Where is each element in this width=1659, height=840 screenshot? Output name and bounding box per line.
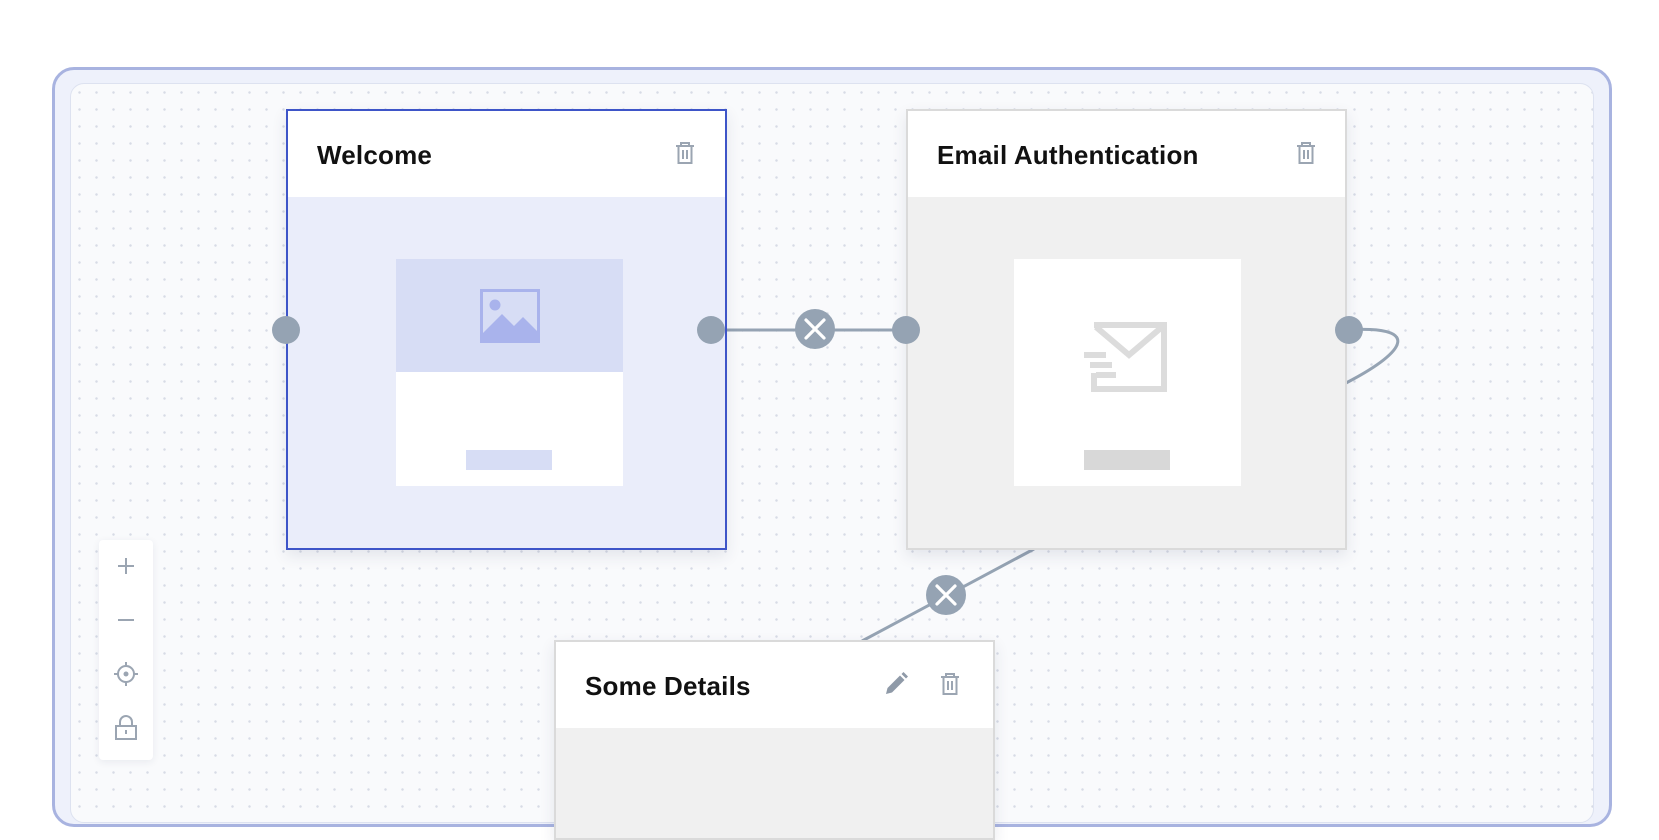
page-thumbnail — [396, 259, 623, 486]
fit-view-icon — [114, 662, 138, 686]
mail-send-icon — [1084, 322, 1167, 392]
output-handle[interactable] — [1335, 316, 1363, 344]
delete-node-button[interactable] — [935, 669, 965, 699]
node-some-details[interactable]: Some Details — [554, 640, 995, 840]
trash-icon — [676, 142, 694, 164]
canvas-controls — [99, 540, 153, 760]
fit-view-button[interactable] — [99, 648, 153, 700]
node-body — [556, 728, 993, 838]
image-icon — [480, 289, 540, 343]
lock-button[interactable] — [99, 702, 153, 754]
lock-icon — [115, 715, 137, 740]
node-title: Email Authentication — [937, 140, 1199, 170]
input-handle[interactable] — [272, 316, 300, 344]
node-welcome[interactable]: Welcome — [272, 109, 727, 550]
node-body — [908, 197, 1345, 548]
delete-node-button[interactable] — [670, 138, 700, 168]
node-email-authentication[interactable]: Email Authentication — [892, 109, 1363, 550]
thumbnail-hero — [396, 259, 623, 372]
node-title: Welcome — [317, 140, 433, 170]
delete-node-button[interactable] — [1291, 138, 1321, 168]
edge-remove-button-1[interactable] — [795, 309, 835, 349]
edit-node-button[interactable] — [881, 669, 911, 699]
zoom-out-button[interactable] — [99, 594, 153, 646]
node-body — [288, 197, 725, 548]
thumbnail-button — [466, 450, 552, 470]
output-handle[interactable] — [697, 316, 725, 344]
thumbnail-button — [1084, 450, 1170, 470]
node-header: Some Details — [556, 642, 993, 728]
trash-icon — [1297, 142, 1315, 164]
edge-remove-button-2[interactable] — [926, 575, 966, 615]
zoom-in-button[interactable] — [99, 540, 153, 592]
node-title: Some Details — [585, 671, 751, 701]
node-header: Welcome — [288, 111, 725, 197]
zoom-in-icon — [118, 558, 134, 574]
pencil-icon — [886, 672, 908, 694]
node-header: Email Authentication — [908, 111, 1345, 197]
input-handle[interactable] — [892, 316, 920, 344]
zoom-out-icon — [118, 619, 134, 621]
page-thumbnail — [1014, 259, 1241, 486]
trash-icon — [941, 673, 959, 695]
